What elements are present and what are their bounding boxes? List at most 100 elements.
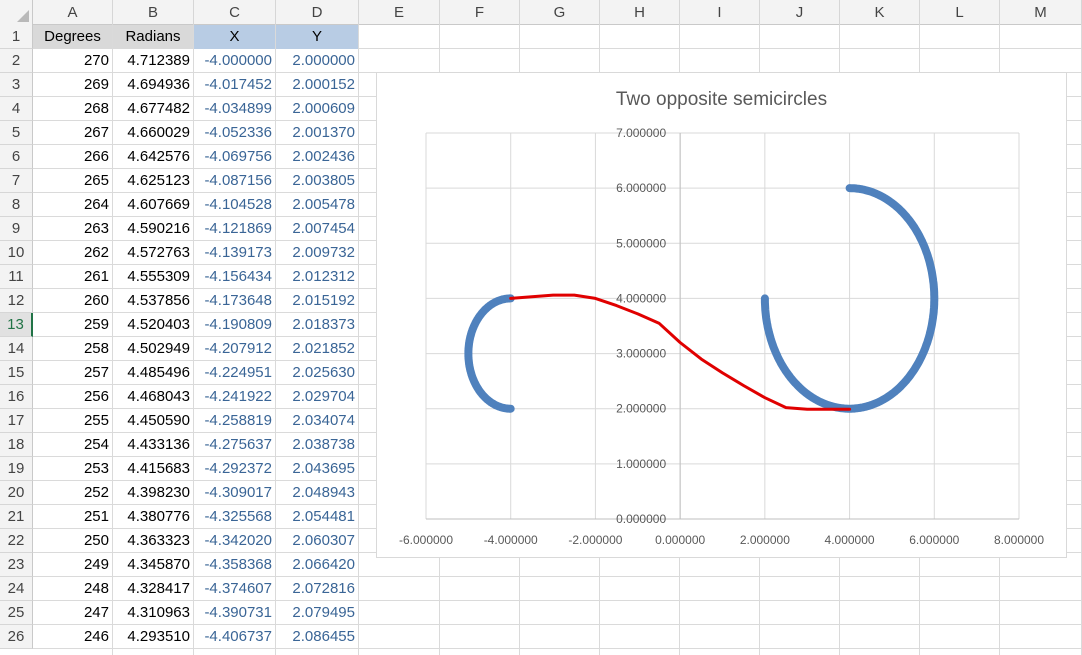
cell-radians[interactable]: 4.415683 [113,457,193,481]
cell-degrees[interactable]: 250 [33,529,112,553]
cell-x[interactable]: -4.406737 [194,625,275,649]
row-header-23[interactable]: 23 [0,553,33,577]
cell-x[interactable]: -4.104528 [194,193,275,217]
cell-y[interactable]: 2.060307 [276,529,358,553]
cell-y[interactable]: 2.000152 [276,73,358,97]
column-header-g[interactable]: G [520,0,600,25]
cell-degrees[interactable]: 263 [33,217,112,241]
cell-y[interactable]: 2.000000 [276,49,358,73]
cell-x[interactable]: -4.121869 [194,217,275,241]
cell-radians[interactable]: 4.537856 [113,289,193,313]
cell-y[interactable]: 2.034074 [276,409,358,433]
cell-radians[interactable]: 4.642576 [113,145,193,169]
cell-radians[interactable]: 4.433136 [113,433,193,457]
column-header-a[interactable]: A [33,0,113,25]
cell-radians[interactable]: 4.712389 [113,49,193,73]
cell-y[interactable]: 2.079495 [276,601,358,625]
cell-y[interactable]: 2.002436 [276,145,358,169]
cell-y[interactable]: 2.005478 [276,193,358,217]
header-cell-radians[interactable]: Radians [113,25,193,49]
cell-x[interactable]: -4.390731 [194,601,275,625]
cell-degrees[interactable]: 246 [33,625,112,649]
cell-y[interactable]: 2.054481 [276,505,358,529]
cell-degrees[interactable]: 252 [33,481,112,505]
cell-radians[interactable]: 4.555309 [113,265,193,289]
cell-degrees[interactable]: 249 [33,553,112,577]
cell-degrees[interactable]: 251 [33,505,112,529]
cell-y[interactable]: 2.001370 [276,121,358,145]
cell-radians[interactable]: 4.625123 [113,169,193,193]
row-header-7[interactable]: 7 [0,169,33,193]
cell-y[interactable]: 2.003805 [276,169,358,193]
row-header-17[interactable]: 17 [0,409,33,433]
cell-degrees[interactable]: 264 [33,193,112,217]
cell-radians[interactable]: 4.485496 [113,361,193,385]
cell-y[interactable]: 2.048943 [276,481,358,505]
row-header-13[interactable]: 13 [0,313,33,337]
cell-radians[interactable]: 4.572763 [113,241,193,265]
cell-x[interactable]: -4.156434 [194,265,275,289]
header-cell-degrees[interactable]: Degrees [33,25,112,49]
cell-radians[interactable]: 4.328417 [113,577,193,601]
column-header-m[interactable]: M [1000,0,1082,25]
column-header-i[interactable]: I [680,0,760,25]
cell-radians[interactable]: 4.694936 [113,73,193,97]
cell-x[interactable]: -4.190809 [194,313,275,337]
cell-degrees[interactable]: 256 [33,385,112,409]
cell-degrees[interactable]: 262 [33,241,112,265]
row-header-15[interactable]: 15 [0,361,33,385]
cell-radians[interactable]: 4.398230 [113,481,193,505]
row-header-11[interactable]: 11 [0,265,33,289]
cell-radians[interactable]: 4.450590 [113,409,193,433]
cell-radians[interactable]: 4.660029 [113,121,193,145]
cell-x[interactable]: -4.139173 [194,241,275,265]
cell-y[interactable]: 2.066420 [276,553,358,577]
cell-radians[interactable]: 4.607669 [113,193,193,217]
cell-x[interactable]: -4.275637 [194,433,275,457]
cell-y[interactable]: 2.086455 [276,625,358,649]
cell-y[interactable]: 2.025630 [276,361,358,385]
cell-degrees[interactable]: 267 [33,121,112,145]
cell-degrees[interactable]: 253 [33,457,112,481]
cell-x[interactable]: -4.052336 [194,121,275,145]
scatter-chart[interactable]: Two opposite semicircles -6.000000 -4.000… [376,72,1067,558]
cell-y[interactable]: 2.009732 [276,241,358,265]
row-header-4[interactable]: 4 [0,97,33,121]
cell-radians[interactable]: 4.468043 [113,385,193,409]
row-header-24[interactable]: 24 [0,577,33,601]
cell-radians[interactable]: 4.502949 [113,337,193,361]
cell-x[interactable]: -4.017452 [194,73,275,97]
column-header-e[interactable]: E [359,0,440,25]
row-header-10[interactable]: 10 [0,241,33,265]
column-header-c[interactable]: C [194,0,276,25]
column-header-l[interactable]: L [920,0,1000,25]
row-header-12[interactable]: 12 [0,289,33,313]
cell-y[interactable]: 2.018373 [276,313,358,337]
row-header-26[interactable]: 26 [0,625,33,649]
column-header-h[interactable]: H [600,0,680,25]
row-header-19[interactable]: 19 [0,457,33,481]
cell-y[interactable]: 2.043695 [276,457,358,481]
row-header-6[interactable]: 6 [0,145,33,169]
select-all-corner[interactable] [0,0,33,25]
header-cell-x[interactable]: X [194,25,275,49]
row-header-2[interactable]: 2 [0,49,33,73]
cell-radians[interactable]: 4.520403 [113,313,193,337]
row-header-22[interactable]: 22 [0,529,33,553]
cell-y[interactable]: 2.000609 [276,97,358,121]
cell-radians[interactable]: 4.590216 [113,217,193,241]
cell-x[interactable]: -4.374607 [194,577,275,601]
cell-x[interactable]: -4.207912 [194,337,275,361]
cell-degrees[interactable]: 259 [33,313,112,337]
row-header-14[interactable]: 14 [0,337,33,361]
cell-y[interactable]: 2.038738 [276,433,358,457]
cell-degrees[interactable]: 270 [33,49,112,73]
row-header-18[interactable]: 18 [0,433,33,457]
cell-degrees[interactable]: 255 [33,409,112,433]
row-header-16[interactable]: 16 [0,385,33,409]
row-header-21[interactable]: 21 [0,505,33,529]
cell-x[interactable]: -4.069756 [194,145,275,169]
cell-degrees[interactable]: 257 [33,361,112,385]
cell-x[interactable]: -4.309017 [194,481,275,505]
cell-x[interactable]: -4.292372 [194,457,275,481]
